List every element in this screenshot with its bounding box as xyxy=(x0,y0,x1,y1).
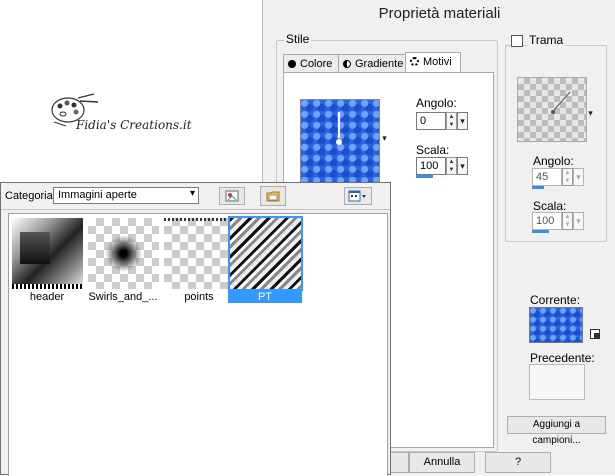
trama-pattern-preview[interactable] xyxy=(517,77,587,142)
tab-motivi-label: Motivi xyxy=(423,56,452,68)
pattern-angle-indicator xyxy=(336,112,342,145)
dialog-title: Proprietà materiali xyxy=(378,5,501,22)
half-circle-icon xyxy=(343,60,351,68)
stile-scala-spinner[interactable]: ▲ ▼ xyxy=(446,157,457,175)
pattern-label-points: points xyxy=(184,291,214,303)
tab-colore[interactable]: Colore xyxy=(283,54,339,72)
stile-angolo-label: Angolo: xyxy=(416,96,457,110)
pattern-label-header: header xyxy=(29,291,65,303)
corrente-label: Corrente: xyxy=(530,293,581,307)
trama-angolo-field[interactable] xyxy=(532,168,562,186)
stile-scala-input[interactable] xyxy=(417,158,445,174)
stile-pattern-preview[interactable] xyxy=(300,99,380,186)
trama-angolo-spinner[interactable]: ▲ ▼ xyxy=(562,168,573,186)
tab-gradiente-label: Gradiente xyxy=(355,58,404,70)
precedente-label: Precedente: xyxy=(530,351,595,365)
stile-angolo-input[interactable] xyxy=(417,113,445,129)
annulla-button[interactable]: Annulla xyxy=(409,452,475,473)
pattern-label-swirls: Swirls_and_... xyxy=(88,291,158,303)
precedente-swatch[interactable] xyxy=(529,364,585,400)
pattern-thumb-points[interactable] xyxy=(164,218,235,289)
stile-scala-dropdown[interactable]: ▾ xyxy=(457,157,468,175)
swap-icon[interactable] xyxy=(590,329,600,339)
pattern-thumb-header[interactable] xyxy=(12,218,83,289)
chevron-down-icon: ▾ xyxy=(189,188,195,199)
tab-motivi[interactable]: Motivi xyxy=(405,52,461,72)
stile-angolo-field[interactable] xyxy=(416,112,446,130)
stile-label: Stile xyxy=(284,32,312,46)
trama-scala-input[interactable] xyxy=(533,213,561,229)
trama-scala-bar xyxy=(532,230,549,233)
stile-angolo-spinner[interactable]: ▲ ▼ xyxy=(446,112,457,130)
palette-logo-icon xyxy=(51,93,99,127)
trama-label: Trama xyxy=(527,33,566,47)
ok-button-partial[interactable] xyxy=(391,452,409,473)
trama-scala-field[interactable] xyxy=(532,212,562,230)
trama-scala-dropdown[interactable]: ▾ xyxy=(573,212,584,230)
categoria-value: Immagini aperte xyxy=(58,189,137,201)
view-mode-button[interactable] xyxy=(344,187,372,205)
help-button[interactable]: ? xyxy=(485,452,551,473)
trama-angolo-bar xyxy=(532,186,544,189)
pattern-dropdown-button[interactable]: ▾ xyxy=(379,130,390,148)
trama-angolo-dropdown[interactable]: ▾ xyxy=(573,168,584,186)
pattern-thumb-pt[interactable] xyxy=(228,216,303,291)
logo-text: Fidia's Creations.it xyxy=(76,118,192,132)
trama-scala-spinner[interactable]: ▲ ▼ xyxy=(562,212,573,230)
pattern-thumb-swirls[interactable] xyxy=(88,218,159,289)
stile-scala-bar xyxy=(416,175,433,178)
tab-gradiente[interactable]: Gradiente xyxy=(338,54,406,72)
popup-toolbar: Categoria: Immagini aperte ▾ xyxy=(1,183,390,210)
trama-angolo-label: Angolo: xyxy=(533,154,574,168)
corrente-swatch[interactable] xyxy=(529,307,583,343)
view-grid-icon xyxy=(348,190,366,202)
trama-checkbox[interactable] xyxy=(511,35,523,47)
open-folder-button[interactable] xyxy=(260,186,286,206)
trama-angolo-input[interactable] xyxy=(533,169,561,185)
folder-icon xyxy=(266,191,280,202)
stile-scala-label: Scala: xyxy=(416,143,450,157)
dotted-circle-icon xyxy=(410,57,419,66)
pattern-label-pt: PT xyxy=(228,291,302,303)
pattern-list: header Swirls_and_... points PT xyxy=(8,213,388,476)
categoria-label: Categoria: xyxy=(5,190,56,202)
browse-patterns-button[interactable] xyxy=(219,187,245,205)
filled-circle-icon xyxy=(288,60,296,68)
stile-scala-field[interactable] xyxy=(416,157,446,175)
trama-dropdown-button[interactable]: ▾ xyxy=(585,105,596,123)
stile-angolo-dropdown[interactable]: ▾ xyxy=(457,112,468,130)
trama-scala-label: Scala: xyxy=(533,199,567,213)
tab-colore-label: Colore xyxy=(300,58,333,70)
pattern-browse-icon xyxy=(225,190,239,202)
aggiungi-campioni-button[interactable]: Aggiungi a campioni... xyxy=(507,416,606,446)
categoria-select[interactable]: Immagini aperte ▾ xyxy=(53,187,199,204)
trama-angle-indicator xyxy=(551,91,571,114)
pattern-picker-popup: Categoria: Immagini aperte ▾ header Swir… xyxy=(0,182,391,476)
